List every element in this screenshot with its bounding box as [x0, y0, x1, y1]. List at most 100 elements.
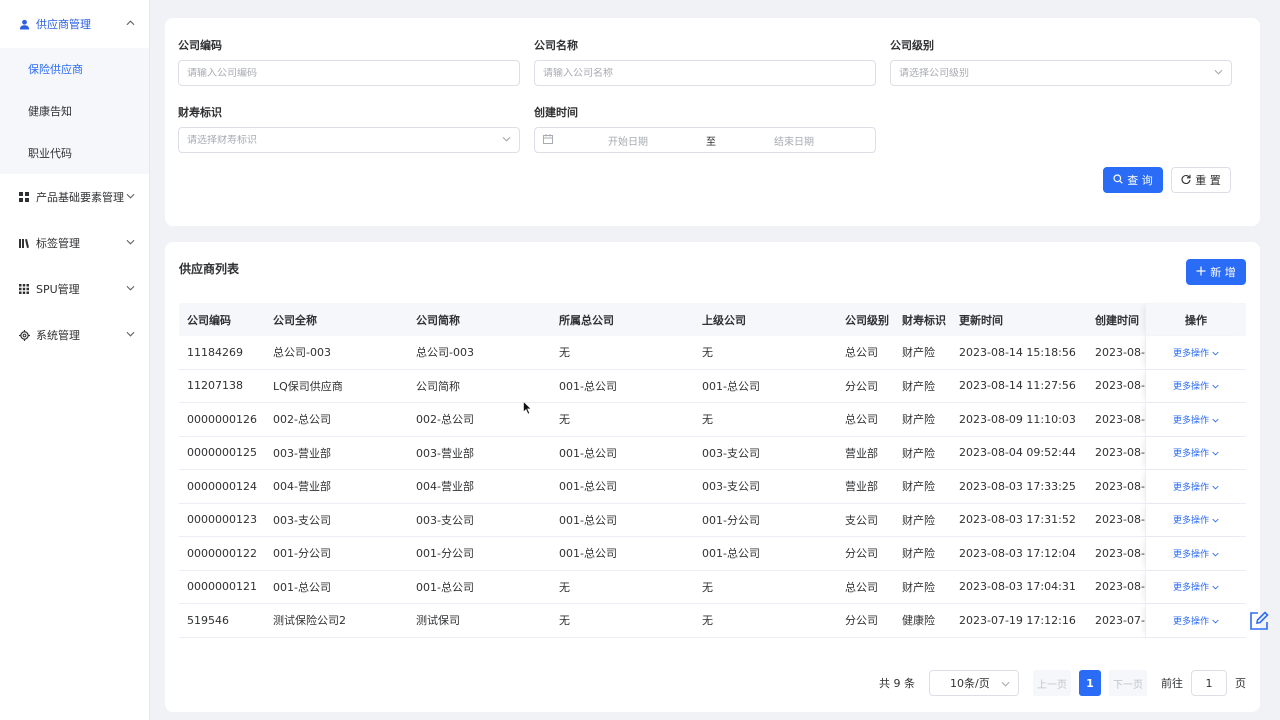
- grid-icon: [18, 191, 30, 203]
- field-label: 公司级别: [890, 39, 934, 52]
- more-actions-dropdown[interactable]: 更多操作: [1173, 614, 1219, 627]
- table-cell: 0000000125: [187, 446, 257, 460]
- sidebar-item-insurance-supplier[interactable]: 保险供应商: [0, 48, 149, 90]
- table-cell: 003-支公司: [273, 513, 331, 527]
- search-icon: [1113, 173, 1123, 187]
- table-cell-actions: 更多操作: [1145, 537, 1246, 570]
- menu-group-product-elements[interactable]: 产品基础要素管理: [0, 174, 149, 220]
- table-cell: 001-分公司: [416, 547, 474, 561]
- add-button[interactable]: 新 增: [1186, 259, 1246, 285]
- field-label: 财寿标识: [178, 106, 222, 119]
- table-cell: 001-总公司: [559, 379, 617, 393]
- prev-page-button[interactable]: 上一页: [1033, 670, 1071, 696]
- field-label: 公司名称: [534, 39, 578, 52]
- edit-icon[interactable]: [1248, 610, 1270, 632]
- user-icon: [18, 18, 30, 30]
- page-number-current[interactable]: 1: [1079, 670, 1101, 696]
- table-cell-actions: 更多操作: [1145, 604, 1246, 637]
- table-cell: 2023-08-14: [1095, 379, 1145, 393]
- table-cell: 财产险: [902, 547, 935, 561]
- page-size-select[interactable]: 10条/页: [929, 670, 1019, 696]
- filter-panel: 公司编码 公司名称 公司级别 财寿标识 创建时间: [165, 18, 1260, 226]
- more-actions-label: 更多操作: [1173, 482, 1210, 493]
- sidebar-item-occupation-code[interactable]: 职业代码: [0, 132, 149, 174]
- menu-group-system[interactable]: 系统管理: [0, 312, 149, 358]
- goto-suffix: 页: [1235, 677, 1246, 690]
- table-cell: 总公司: [845, 413, 878, 427]
- chevron-down-icon: [126, 284, 135, 294]
- more-actions-label: 更多操作: [1173, 549, 1210, 560]
- table-cell: 0000000126: [187, 412, 257, 426]
- field-label: 创建时间: [534, 106, 578, 119]
- goto-page-input-wrap[interactable]: [1191, 670, 1227, 696]
- chevron-down-icon: [1209, 449, 1219, 459]
- column-header: 上级公司: [702, 313, 746, 327]
- table-cell: 004-营业部: [416, 480, 474, 494]
- sub-menu-supplier: 保险供应商 健康告知 职业代码: [0, 48, 149, 174]
- table-cell: 无: [559, 614, 570, 628]
- menu-group-label: SPU管理: [36, 283, 80, 296]
- plus-icon: [1196, 266, 1206, 279]
- column-header: 财寿标识: [902, 313, 946, 327]
- next-page-button[interactable]: 下一页: [1109, 670, 1147, 696]
- reset-button[interactable]: 重 置: [1171, 167, 1231, 193]
- table-cell: 2023-08-03: [1095, 479, 1145, 493]
- chevron-down-icon: [1209, 617, 1219, 627]
- more-actions-dropdown[interactable]: 更多操作: [1173, 379, 1219, 392]
- table-cell: 公司简称: [416, 379, 460, 393]
- table-cell: 001-总公司: [559, 547, 617, 561]
- table-cell: 2023-08-14 11:27:56: [959, 379, 1076, 393]
- company-level-select[interactable]: [890, 60, 1232, 86]
- chevron-down-icon: [126, 330, 135, 340]
- table-row: 11184269 总公司-003 总公司-003 无 无 总公司 财产险 2023-08-14…: [179, 336, 1246, 370]
- table-cell: 003-支公司: [702, 480, 760, 494]
- table-cell: 财产险: [902, 480, 935, 494]
- add-button-label: 新 增: [1210, 266, 1236, 279]
- sidebar-item-health-notice[interactable]: 健康告知: [0, 90, 149, 132]
- table-cell: 2023-08-03: [1095, 513, 1145, 527]
- mouse-cursor-icon: [523, 400, 533, 415]
- menu-group-tag[interactable]: 标签管理: [0, 220, 149, 266]
- more-actions-dropdown[interactable]: 更多操作: [1173, 547, 1219, 560]
- table-cell: 财产险: [902, 413, 935, 427]
- table-cell: 无: [559, 413, 570, 427]
- created-time-date-range[interactable]: 开始日期 至 结束日期: [534, 127, 876, 153]
- more-actions-dropdown[interactable]: 更多操作: [1173, 480, 1219, 493]
- table-row: 0000000123 003-支公司 003-支公司 001-总公司 001-分公司 支公…: [179, 503, 1246, 537]
- more-actions-dropdown[interactable]: 更多操作: [1173, 513, 1219, 526]
- finance-flag-select[interactable]: [178, 127, 520, 153]
- menu-group-supplier[interactable]: 供应商管理: [0, 0, 149, 48]
- more-actions-dropdown[interactable]: 更多操作: [1173, 346, 1219, 359]
- table-cell: 001-总公司: [702, 379, 760, 393]
- goto-page-input[interactable]: [1194, 676, 1224, 690]
- company-code-input-wrap[interactable]: [178, 60, 520, 86]
- table-cell: 0000000121: [187, 580, 257, 594]
- chevron-down-icon: [1209, 382, 1219, 392]
- menu-group-spu[interactable]: SPU管理: [0, 266, 149, 312]
- company-level-select-input[interactable]: [899, 67, 1214, 79]
- company-name-input[interactable]: [543, 67, 867, 79]
- table-cell: 2023-08-03 17:12:04: [959, 546, 1076, 560]
- company-name-input-wrap[interactable]: [534, 60, 876, 86]
- table-cell: 2023-08-03: [1095, 546, 1145, 560]
- search-button-label: 查 询: [1127, 174, 1153, 187]
- finance-flag-select-input[interactable]: [187, 134, 502, 146]
- table-cell: 001-总公司: [416, 580, 474, 594]
- calendar-icon: [543, 133, 555, 147]
- more-actions-dropdown[interactable]: 更多操作: [1173, 413, 1219, 426]
- table-cell: 财产险: [902, 446, 935, 460]
- search-button[interactable]: 查 询: [1103, 167, 1163, 193]
- more-actions-dropdown[interactable]: 更多操作: [1173, 446, 1219, 459]
- field-company-level: 公司级别: [890, 37, 1232, 86]
- chevron-down-icon: [1209, 416, 1219, 426]
- table-cell: 无: [702, 580, 713, 594]
- gear-icon: [18, 329, 30, 341]
- more-actions-dropdown[interactable]: 更多操作: [1173, 580, 1219, 593]
- table-cell: 2023-07-19 17:12:16: [959, 613, 1076, 627]
- company-code-input[interactable]: [187, 67, 511, 79]
- end-date-input[interactable]: 结束日期: [721, 133, 867, 148]
- table-cell: 无: [702, 346, 713, 360]
- field-finance-flag: 财寿标识: [178, 104, 520, 153]
- list-title: 供应商列表: [179, 262, 240, 276]
- start-date-input[interactable]: 开始日期: [555, 133, 701, 148]
